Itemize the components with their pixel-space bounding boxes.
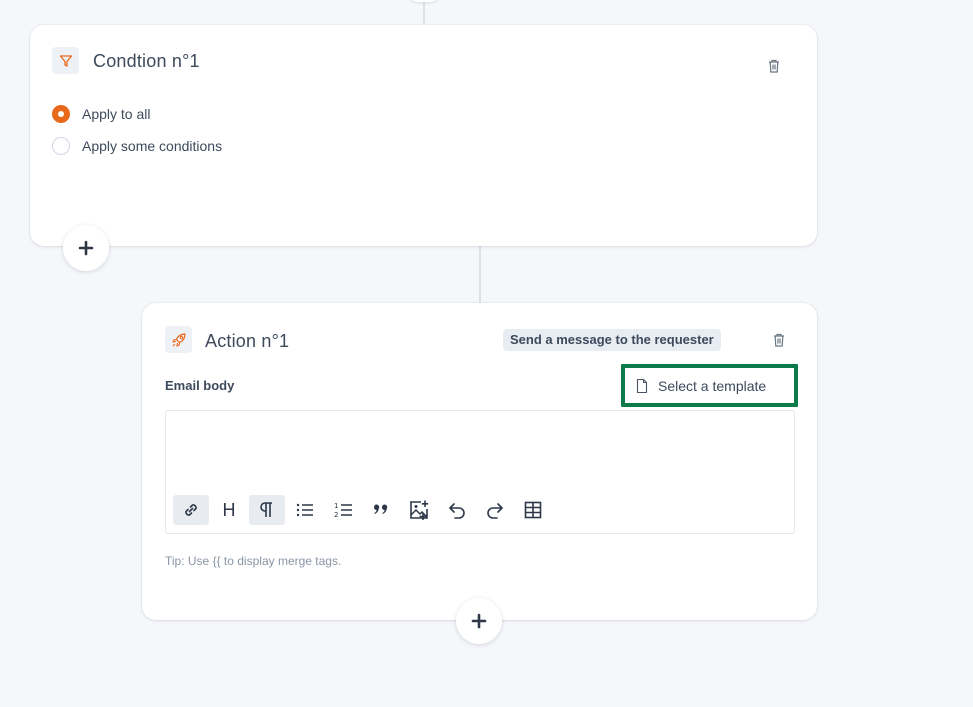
add-step-button[interactable] [63,225,109,271]
delete-action-trash-icon[interactable] [771,332,787,348]
merge-tags-tip: Tip: Use {{ to display merge tags. [165,554,342,568]
connector-node-top [405,0,443,2]
add-step-button-bottom[interactable] [456,598,502,644]
document-icon [636,378,648,393]
condition-card: Condtion n°1 Apply to all Apply some con… [30,25,817,246]
paragraph-icon[interactable] [249,495,285,525]
radio-label: Apply some conditions [82,138,223,154]
radio-button-checked[interactable] [52,105,70,123]
select-template-label: Select a template [658,377,767,394]
connector-line-middle [479,246,481,304]
rocket-icon [165,326,192,353]
action-type-badge: Send a message to the requester [503,329,721,351]
condition-title: Condtion n°1 [93,51,200,71]
quote-icon[interactable] [363,495,399,525]
filter-icon [52,47,79,74]
action-title: Action n°1 [205,331,290,351]
svg-text:2: 2 [334,511,338,519]
email-body-editor[interactable]: H 12 [165,410,795,534]
email-body-label: Email body [165,378,235,393]
connector-line-top [423,0,425,24]
undo-icon[interactable] [439,495,475,525]
redo-icon[interactable] [477,495,513,525]
email-body-content[interactable] [176,421,784,491]
action-card: Action n°1 Send a message to the request… [142,303,817,620]
radio-apply-some-conditions[interactable]: Apply some conditions [52,137,222,155]
workflow-canvas: Condtion n°1 Apply to all Apply some con… [0,0,973,707]
editor-toolbar: H 12 [173,495,553,525]
link-icon[interactable] [173,495,209,525]
plus-icon [471,613,487,629]
plus-icon [78,240,94,256]
ordered-list-icon[interactable]: 12 [325,495,361,525]
bullet-list-icon[interactable] [287,495,323,525]
heading-icon[interactable]: H [211,495,247,525]
image-add-icon[interactable] [401,495,437,525]
svg-text:1: 1 [334,502,338,510]
table-icon[interactable] [515,495,551,525]
delete-condition-trash-icon[interactable] [766,58,782,74]
radio-label: Apply to all [82,106,151,122]
radio-button[interactable] [52,137,70,155]
heading-glyph: H [222,499,236,520]
select-template-button[interactable]: Select a template [625,368,794,403]
radio-apply-to-all[interactable]: Apply to all [52,105,150,123]
